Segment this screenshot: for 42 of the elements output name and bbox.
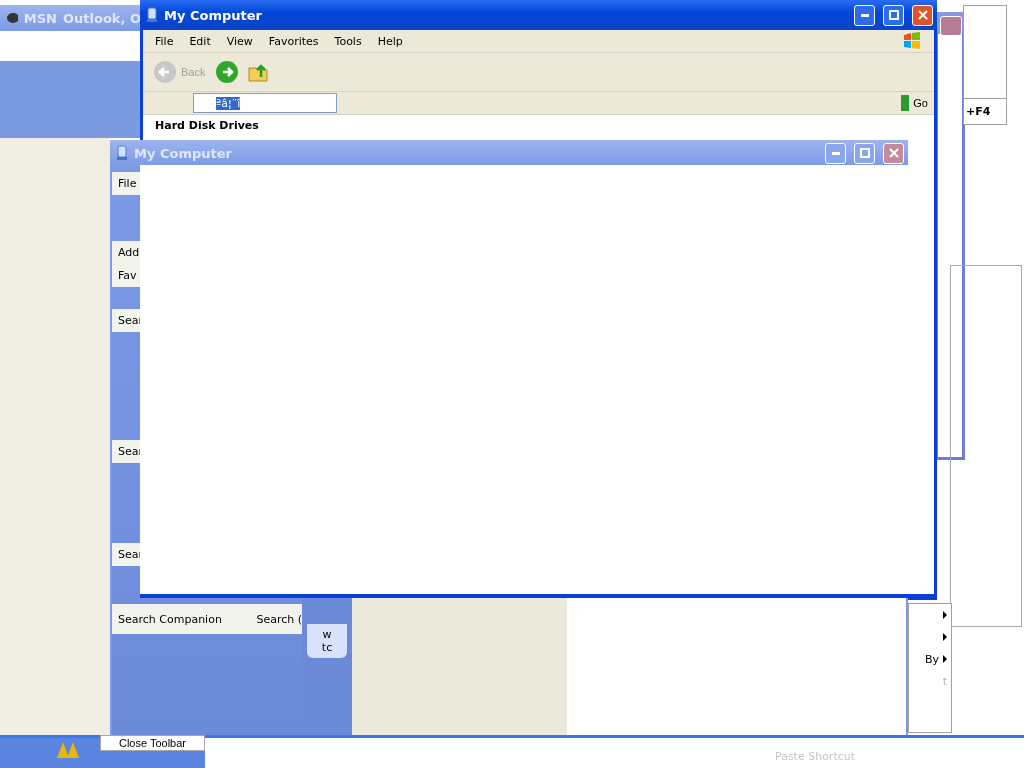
computer-icon	[146, 7, 158, 23]
close-icon	[888, 148, 899, 158]
close-icon	[917, 10, 928, 20]
pane-label: Add	[112, 241, 142, 264]
window-title: My Computer	[134, 145, 232, 161]
shortcut-text: +F4	[964, 98, 1006, 124]
maximize-icon	[859, 148, 870, 158]
minimize-button[interactable]	[825, 142, 846, 164]
submenu-arrow-icon	[943, 655, 947, 663]
menu-item[interactable]: View	[218, 34, 261, 48]
window-title: MSN	[23, 10, 57, 26]
search-label: Search Companion	[118, 612, 222, 626]
section-heading: Hard Disk Drives	[154, 118, 260, 134]
computer-icon	[116, 145, 128, 161]
maximize-icon	[888, 10, 899, 20]
menu-item[interactable]: Close Toolbar	[99, 735, 205, 751]
faded-menu-text: Paste Shortcut	[775, 750, 856, 765]
pane-label: Fav	[112, 264, 142, 287]
menu-item[interactable]: Tools	[326, 34, 370, 48]
menu-item[interactable]: Help	[369, 34, 411, 48]
balloon-text: tc	[321, 641, 333, 654]
close-button[interactable]	[912, 4, 933, 26]
submenu-arrow-icon	[943, 633, 947, 641]
menu-item[interactable]: Favorites	[260, 34, 327, 48]
maximize-button[interactable]	[883, 4, 904, 26]
menu-item[interactable]: File	[147, 34, 182, 48]
maximize-button[interactable]	[854, 142, 875, 164]
pane-label: File	[112, 172, 142, 195]
window-title: Outlook, O	[63, 10, 141, 26]
balloon-text: w	[322, 628, 332, 641]
menu-item[interactable]: By	[909, 648, 951, 670]
menu-item[interactable]: Edit	[181, 34, 219, 48]
close-button[interactable]	[883, 142, 904, 164]
address-field[interactable]: ªâ¦¨î	[193, 93, 337, 113]
flag-logo-icon	[902, 31, 922, 51]
minimize-button[interactable]	[854, 4, 875, 26]
minimize-icon	[860, 13, 869, 17]
minimize-icon	[831, 151, 840, 155]
submenu-arrow-icon	[943, 611, 947, 619]
window-title: My Computer	[164, 7, 262, 23]
close-button[interactable]	[940, 16, 962, 36]
search-label: Search (	[256, 612, 302, 626]
